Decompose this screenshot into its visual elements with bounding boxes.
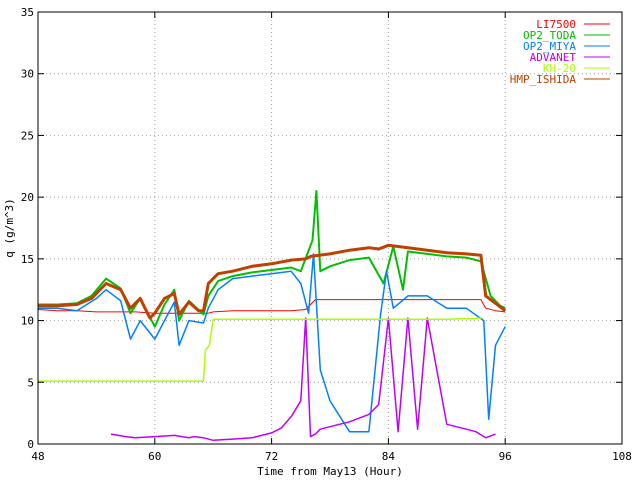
legend: LI7500OP2_TODAOP2_MIYAADVANETKH-20HMP_IS… [510, 18, 610, 86]
y-tick-label: 0 [27, 438, 34, 451]
x-tick-label: 60 [148, 450, 161, 463]
series-line-kh-20 [38, 317, 481, 382]
x-tick-label: 108 [612, 450, 632, 463]
x-axis-label: Time from May13 (Hour) [257, 465, 403, 478]
chart: 48 60 72 84 96 108 0 5 10 15 20 25 30 35 Time from M… [3, 6, 632, 478]
x-tick-label: 72 [265, 450, 278, 463]
x-tick-label: 96 [499, 450, 512, 463]
series-line-op2-toda [38, 190, 506, 328]
y-tick-label: 5 [27, 376, 34, 389]
y-tick-label: 20 [21, 191, 34, 204]
x-tick-label: 84 [382, 450, 396, 463]
y-tick-label: 15 [21, 253, 34, 266]
series-line-advanet [110, 317, 496, 442]
y-tick-label: 35 [21, 6, 34, 19]
x-tick-label: 48 [31, 450, 44, 463]
legend-label-hmp-ishida: HMP_ISHIDA [510, 73, 577, 86]
y-tick-label: 30 [21, 68, 34, 81]
y-tick-label: 25 [21, 129, 34, 142]
y-tick-label: 10 [21, 315, 34, 328]
y-axis-label: q (g/m^3) [3, 198, 16, 258]
